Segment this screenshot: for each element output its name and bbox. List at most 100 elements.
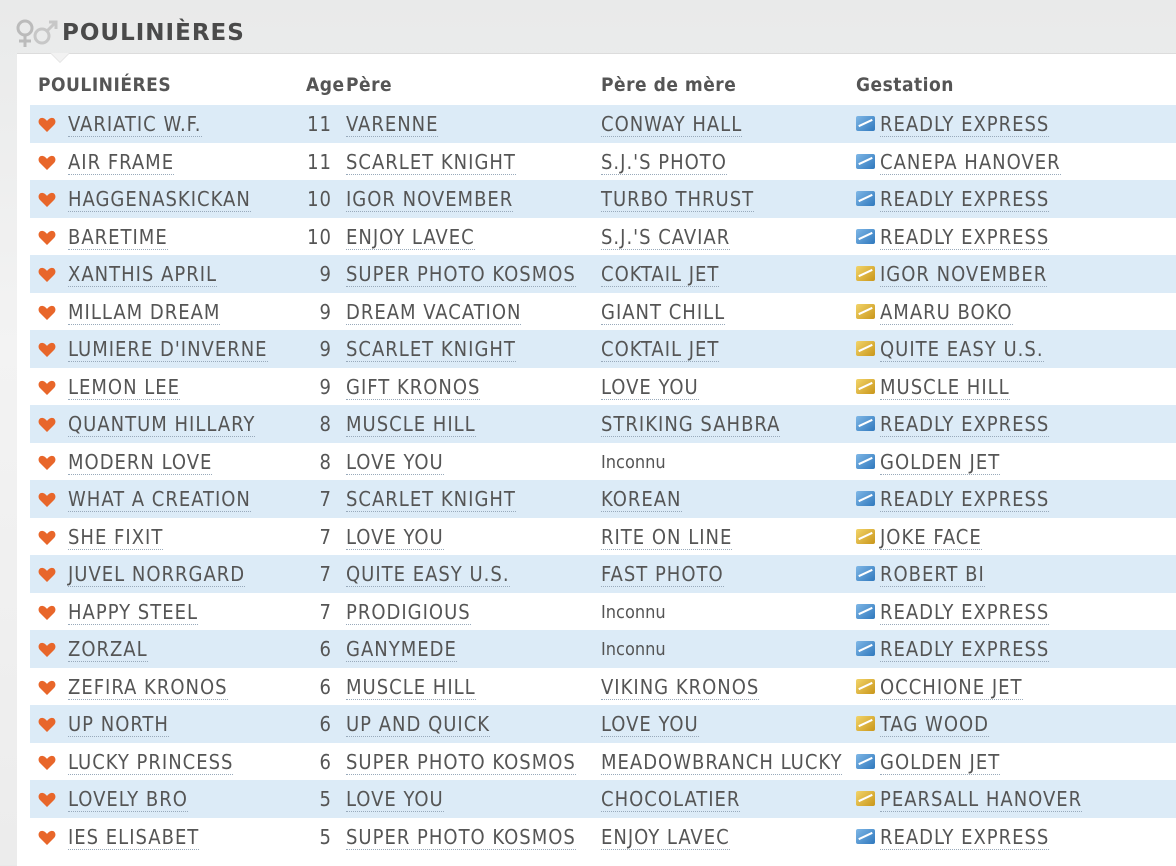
mare-name-link[interactable]: SHE FIXIT [68,526,164,550]
heart-icon[interactable] [38,530,56,546]
dam-sire-link[interactable]: LOVE YOU [601,713,699,737]
mare-name-link[interactable]: MODERN LOVE [68,451,213,475]
gestation-stallion-link[interactable]: READLY EXPRESS [880,638,1050,662]
gestation-stallion-link[interactable]: READLY EXPRESS [880,601,1050,625]
gestation-stallion-link[interactable]: PEARSALL HANOVER [880,788,1083,812]
heart-icon[interactable] [38,492,56,508]
dam-sire-link[interactable]: MEADOWBRANCH LUCKY [601,751,843,775]
mare-name-link[interactable]: ZORZAL [68,638,148,662]
gestation-stallion-link[interactable]: QUITE EASY U.S. [880,338,1044,362]
heart-icon[interactable] [38,192,56,208]
sire-link[interactable]: SCARLET KNIGHT [346,151,516,175]
sire-link[interactable]: LOVE YOU [346,788,444,812]
heart-icon[interactable] [38,605,56,621]
mare-name-link[interactable]: VARIATIC W.F. [68,113,202,137]
dam-sire-link[interactable]: COKTAIL JET [601,263,720,287]
sire-link[interactable]: SUPER PHOTO KOSMOS [346,263,576,287]
gestation-stallion-link[interactable]: GOLDEN JET [880,751,1001,775]
sire-link[interactable]: IGOR NOVEMBER [346,188,514,212]
gestation-stallion-link[interactable]: TAG WOOD [880,713,990,737]
sire-link[interactable]: PRODIGIOUS [346,601,471,625]
column-header-age[interactable]: Age [306,74,345,96]
heart-icon[interactable] [38,455,56,471]
mare-name-link[interactable]: BARETIME [68,226,168,250]
mare-name-link[interactable]: UP NORTH [68,713,169,737]
mare-name-link[interactable]: WHAT A CREATION [68,488,251,512]
dam-sire-link[interactable]: GIANT CHILL [601,301,726,325]
sire-link[interactable]: DREAM VACATION [346,301,522,325]
heart-icon[interactable] [38,680,56,696]
heart-icon[interactable] [38,792,56,808]
gestation-stallion-link[interactable]: IGOR NOVEMBER [880,263,1048,287]
heart-icon[interactable] [38,230,56,246]
mare-name-link[interactable]: ZEFIRA KRONOS [68,676,228,700]
gestation-stallion-link[interactable]: READLY EXPRESS [880,226,1050,250]
heart-icon[interactable] [38,305,56,321]
mare-name-link[interactable]: LEMON LEE [68,376,180,400]
sire-link[interactable]: SUPER PHOTO KOSMOS [346,751,576,775]
gestation-stallion-link[interactable]: READLY EXPRESS [880,188,1050,212]
column-header-dam-sire[interactable]: Père de mère [601,74,736,96]
dam-sire-link[interactable]: S.J.'S CAVIAR [601,226,731,250]
gestation-stallion-link[interactable]: MUSCLE HILL [880,376,1010,400]
mare-name-link[interactable]: IES ELISABET [68,826,200,850]
gestation-stallion-link[interactable]: ROBERT BI [880,563,985,587]
heart-icon[interactable] [38,830,56,846]
dam-sire-link[interactable]: VIKING KRONOS [601,676,760,700]
heart-icon[interactable] [38,267,56,283]
dam-sire-link[interactable]: S.J.'S PHOTO [601,151,727,175]
dam-sire-link[interactable]: COKTAIL JET [601,338,720,362]
gestation-stallion-link[interactable]: GOLDEN JET [880,451,1001,475]
gestation-stallion-link[interactable]: READLY EXPRESS [880,826,1050,850]
sire-link[interactable]: SCARLET KNIGHT [346,488,516,512]
sire-link[interactable]: QUITE EASY U.S. [346,563,510,587]
sire-link[interactable]: GIFT KRONOS [346,376,481,400]
mare-name-link[interactable]: AIR FRAME [68,151,175,175]
sire-link[interactable]: SCARLET KNIGHT [346,338,516,362]
dam-sire-link[interactable]: LOVE YOU [601,376,699,400]
heart-icon[interactable] [38,380,56,396]
gestation-stallion-link[interactable]: OCCHIONE JET [880,676,1023,700]
column-header-sire[interactable]: Père [346,74,392,96]
heart-icon[interactable] [38,417,56,433]
dam-sire-link[interactable]: TURBO THRUST [601,188,755,212]
sire-link[interactable]: GANYMEDE [346,638,457,662]
mare-name-link[interactable]: MILLAM DREAM [68,301,221,325]
heart-icon[interactable] [38,117,56,133]
heart-icon[interactable] [38,642,56,658]
heart-icon[interactable] [38,155,56,171]
gestation-stallion-link[interactable]: JOKE FACE [880,526,982,550]
sire-link[interactable]: LOVE YOU [346,526,444,550]
sire-link[interactable]: UP AND QUICK [346,713,491,737]
heart-icon[interactable] [38,567,56,583]
mare-name-link[interactable]: HAGGENASKICKAN [68,188,251,212]
dam-sire-link[interactable]: STRIKING SAHBRA [601,413,781,437]
dam-sire-link[interactable]: KOREAN [601,488,682,512]
mare-name-link[interactable]: QUANTUM HILLARY [68,413,256,437]
mare-name-link[interactable]: XANTHIS APRIL [68,263,218,287]
column-header-name[interactable]: POULINIÉRES [38,74,171,96]
gestation-stallion-link[interactable]: AMARU BOKO [880,301,1013,325]
mare-name-link[interactable]: LUCKY PRINCESS [68,751,234,775]
sire-link[interactable]: ENJOY LAVEC [346,226,475,250]
sire-link[interactable]: MUSCLE HILL [346,676,476,700]
sire-link[interactable]: MUSCLE HILL [346,413,476,437]
mare-name-link[interactable]: HAPPY STEEL [68,601,198,625]
dam-sire-link[interactable]: ENJOY LAVEC [601,826,730,850]
column-header-gestation[interactable]: Gestation [856,74,954,96]
heart-icon[interactable] [38,342,56,358]
mare-name-link[interactable]: LOVELY BRO [68,788,188,812]
sire-link[interactable]: SUPER PHOTO KOSMOS [346,826,576,850]
dam-sire-link[interactable]: FAST PHOTO [601,563,724,587]
mare-name-link[interactable]: LUMIERE D'INVERNE [68,338,268,362]
mare-name-link[interactable]: JUVEL NORRGARD [68,563,246,587]
sire-link[interactable]: LOVE YOU [346,451,444,475]
gestation-stallion-link[interactable]: READLY EXPRESS [880,113,1050,137]
gestation-stallion-link[interactable]: READLY EXPRESS [880,413,1050,437]
heart-icon[interactable] [38,717,56,733]
dam-sire-link[interactable]: RITE ON LINE [601,526,733,550]
gestation-stallion-link[interactable]: CANEPA HANOVER [880,151,1061,175]
dam-sire-link[interactable]: CONWAY HALL [601,113,743,137]
sire-link[interactable]: VARENNE [346,113,439,137]
gestation-stallion-link[interactable]: READLY EXPRESS [880,488,1050,512]
